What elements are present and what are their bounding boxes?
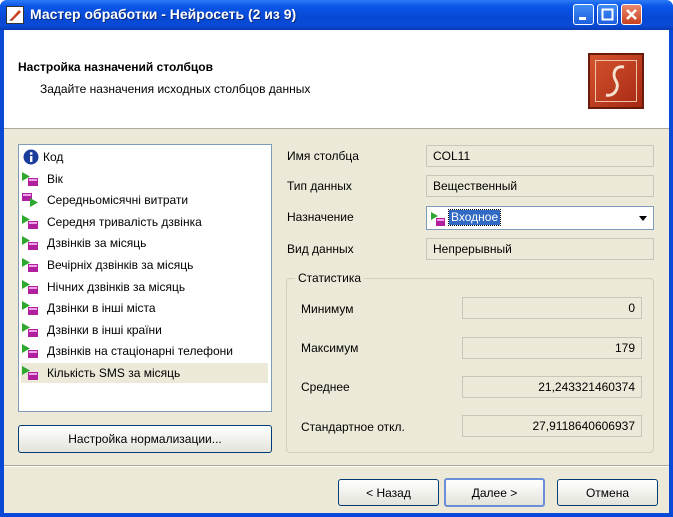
column-list[interactable]: Код Вік Середньомісячні витрати Середня три… [18,144,272,412]
normalization-button[interactable]: Настройка нормализации... [18,425,272,453]
input-column-icon [21,343,43,359]
cancel-button[interactable]: Отмена [557,479,658,506]
column-list-item[interactable]: Дзвінків на стаціонарні телефони [21,341,268,361]
title-bar[interactable]: Мастер обработки - Нейросеть (2 из 9) [0,0,673,30]
next-button[interactable]: Далее > [444,478,545,507]
purpose-label: Назначение [287,210,354,224]
close-button[interactable] [621,4,642,25]
data-type-field: Вещественный [426,175,654,197]
window-title: Мастер обработки - Нейросеть (2 из 9) [30,6,297,22]
wizard-window: Мастер обработки - Нейросеть (2 из 9) На… [0,0,673,517]
column-list-item-label: Вечірніх дзвінків за місяць [47,258,194,272]
input-column-icon [21,171,43,187]
column-list-item[interactable]: Дзвінків за місяць [21,233,268,253]
header-title: Настройка назначений столбцов [18,60,213,74]
header-subtitle: Задайте назначения исходных столбцов дан… [40,82,311,96]
mean-value: 21,243321460374 [462,376,642,398]
column-list-item[interactable]: Нічних дзвінків за місяць [21,277,268,297]
std-label: Стандартное откл. [301,420,405,434]
input-column-icon [21,235,43,251]
wizard-header: Настройка назначений столбцов Задайте на… [4,30,669,129]
column-list-item-label: Середня тривалість дзвінка [47,214,202,229]
column-list-item[interactable]: Середньомісячні витрати [21,190,268,210]
input-column-icon [21,300,43,316]
info-icon [23,149,45,165]
column-list-item-label: Код [43,150,64,164]
minimize-button[interactable] [573,4,594,25]
column-name-field: COL11 [426,145,654,167]
data-type-label: Тип данных [287,179,352,193]
column-name-label: Имя столбца [287,149,359,163]
purpose-select[interactable]: Входное [426,206,654,230]
purpose-selected-value: Входное [447,209,502,226]
dialog-body: Настройка назначений столбцов Задайте на… [4,30,669,513]
column-list-item[interactable]: Середня тривалість дзвінка [21,212,268,232]
input-column-icon [21,365,43,381]
column-list-item[interactable]: Кількість SMS за місяць [21,363,268,383]
column-list-item-label: Дзвінків за місяць [47,236,147,251]
mean-label: Среднее [301,380,350,394]
column-list-item-label: Нічних дзвінків за місяць [47,279,186,294]
column-list-item[interactable]: Вечірніх дзвінків за місяць [21,255,268,275]
column-list-item-label: Середньомісячні витрати [47,193,189,208]
column-list-item-label: Дзвінки в інші міста [47,301,156,316]
column-list-item-label: Кількість SMS за місяць [47,366,181,380]
input-column-icon [21,214,43,230]
input-column-icon [21,322,43,338]
column-list-item[interactable]: Дзвінки в інші міста [21,298,268,318]
std-value: 27,9118640606937 [462,415,642,437]
max-value: 179 [462,337,642,359]
column-list-item-label: Дзвінків на стаціонарні телефони [47,344,233,359]
min-value: 0 [462,297,642,319]
chevron-down-icon [639,216,647,221]
min-label: Минимум [301,302,354,316]
maximize-icon [601,8,614,21]
input-column-icon [21,279,43,295]
maximize-button[interactable] [597,4,618,25]
input-column-icon [21,257,43,273]
output-column-icon [21,192,43,208]
minimize-icon [579,17,586,20]
app-icon [6,6,24,24]
column-list-item-label: Дзвінки в інші країни [47,322,162,337]
column-list-item[interactable]: Дзвінки в інші країни [21,320,268,340]
max-label: Максимум [301,341,359,355]
column-list-item[interactable]: Код [21,147,268,167]
column-list-item[interactable]: Вік [21,169,268,189]
close-icon [626,9,637,20]
data-kind-label: Вид данных [287,242,354,256]
dropdown-button[interactable] [634,208,652,228]
column-list-item-label: Вік [47,171,63,186]
input-column-icon [430,211,448,227]
data-kind-field: Непрерывный [426,238,654,260]
logo-icon [588,53,644,109]
footer-separator [4,465,669,467]
back-button[interactable]: < Назад [338,479,439,506]
statistics-title: Статистика [295,271,365,285]
